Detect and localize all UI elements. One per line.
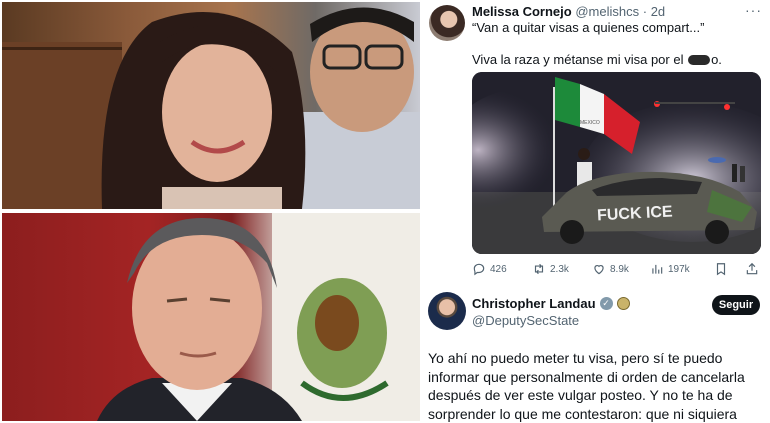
tweet1-author-line: Melissa Cornejo @melishcs · 2d [472,4,665,19]
censor-mark [688,55,711,65]
tweet1-time[interactable]: 2d [651,4,665,19]
government-seal-icon [616,297,630,310]
share-button[interactable] [745,262,759,276]
avatar-christopher-landau[interactable] [428,292,466,330]
tweet1-handle[interactable]: @melishcs [575,4,639,19]
retweet-icon [534,263,544,275]
views-count: 197k [668,263,690,275]
reply-count: 426 [490,263,507,275]
tweet2-author-line: Christopher Landau ✓ [472,296,630,311]
photo-christopher-landau [2,213,420,421]
tweet1-quote-line: “Van a quitar visas a quienes compart...… [472,20,705,35]
tweet1-separator: · [642,4,648,19]
tweet2-author-name[interactable]: Christopher Landau [472,296,596,311]
flag-text: MEXICO [580,120,600,126]
retweet-button[interactable]: 2.3k [532,262,569,276]
verified-badge-icon: ✓ [599,297,613,310]
reply-button[interactable]: 426 [472,262,507,276]
tweet1-author-name[interactable]: Melissa Cornejo [472,4,572,19]
like-count: 8.9k [610,263,629,275]
tweet1-action-bar: 426 2.3k 8.9k 197k [472,262,761,278]
tweet2-body: Yo ahí no puedo meter tu visa, pero sí t… [428,350,745,422]
heart-icon [594,265,604,275]
reply-icon [473,263,485,276]
follow-button[interactable]: Seguir [712,295,760,315]
views-chart-icon [652,264,663,274]
tweet1-body-end: o. [711,52,722,67]
like-button[interactable]: 8.9k [592,262,629,276]
avatar-melissa[interactable] [429,5,465,41]
tweet1-body-text: Viva la raza y métanse mi visa por el [472,52,688,67]
photo-woman-and-man [2,2,420,209]
bookmark-icon [716,263,726,276]
more-horizontal-icon[interactable]: ··· [745,2,762,18]
tweet1-body: Viva la raza y métanse mi visa por el o. [472,52,722,67]
tweet2-handle[interactable]: @DeputySecState [472,313,579,328]
tweet-thread: Melissa Cornejo @melishcs · 2d ··· “Van … [422,0,770,423]
bookmark-button[interactable] [714,262,728,276]
views-button[interactable]: 197k [650,262,690,276]
share-icon [746,262,758,275]
retweet-count: 2.3k [550,263,569,275]
tweet1-media-image[interactable]: MEXICO FUCK ICE [472,72,761,254]
